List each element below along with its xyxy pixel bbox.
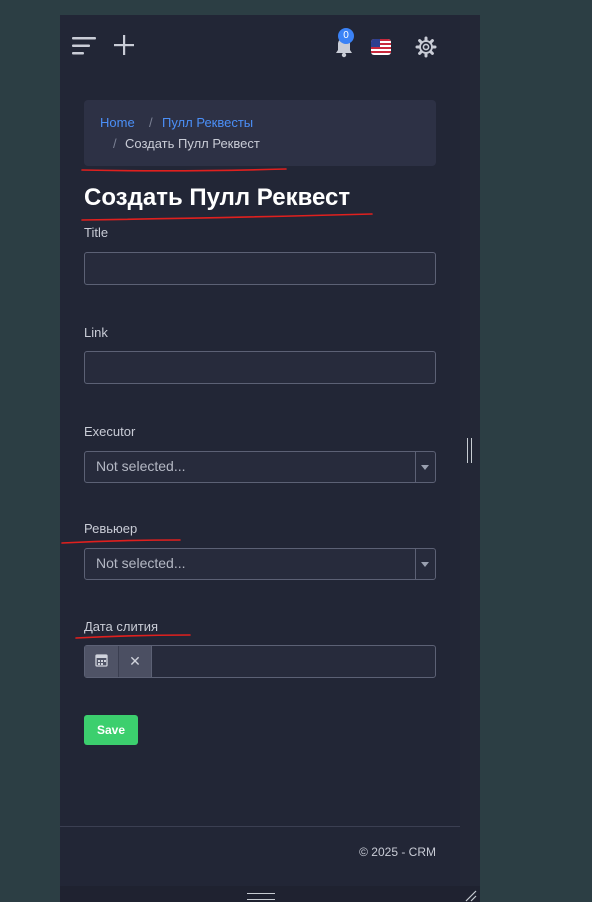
executor-dropdown-toggle[interactable] (415, 452, 435, 482)
breadcrumb-home-link[interactable]: Home (100, 115, 135, 130)
notification-badge: 0 (338, 28, 354, 44)
plus-icon[interactable] (114, 34, 134, 56)
reviewer-select[interactable]: Not selected... (84, 548, 436, 580)
breadcrumb: Home / Пулл Реквесты / Создать Пулл Рекв… (84, 100, 436, 166)
title-input[interactable] (84, 252, 436, 285)
breadcrumb-separator: / (113, 136, 117, 151)
gear-icon[interactable] (415, 36, 437, 58)
title-label: Title (84, 225, 109, 240)
top-navbar: 0 (60, 15, 460, 77)
footer-divider (60, 826, 460, 827)
calendar-button[interactable] (85, 646, 119, 677)
save-button[interactable]: Save (84, 715, 138, 745)
app-window: 0 Home / Пулл Реквесты / Создать Пулл Ре… (60, 15, 480, 902)
executor-select[interactable]: Not selected... (84, 451, 436, 483)
bottom-resize-handle[interactable] (247, 893, 275, 900)
executor-label: Executor (84, 424, 136, 439)
chevron-down-icon (421, 465, 429, 470)
clear-date-button[interactable]: ✕ (119, 646, 152, 677)
breadcrumb-separator: / (149, 115, 153, 130)
corner-resize-grip-icon[interactable] (462, 887, 478, 902)
merge-date-input[interactable] (152, 646, 432, 677)
us-flag-icon[interactable] (371, 39, 391, 55)
merge-date-label: Дата слития (84, 619, 159, 634)
breadcrumb-current: Создать Пулл Реквест (125, 136, 260, 151)
merge-date-picker: ✕ (84, 645, 436, 678)
page-viewport: 0 Home / Пулл Реквесты / Создать Пулл Ре… (60, 15, 460, 886)
reviewer-select-value: Not selected... (96, 555, 186, 571)
executor-select-value: Not selected... (96, 458, 186, 474)
reviewer-dropdown-toggle[interactable] (415, 549, 435, 579)
link-input[interactable] (84, 351, 436, 384)
reviewer-label: Ревьюер (84, 521, 138, 536)
link-label: Link (84, 325, 108, 340)
chevron-down-icon (421, 562, 429, 567)
side-resize-handle[interactable] (467, 438, 472, 463)
hamburger-menu-icon[interactable] (72, 36, 96, 56)
breadcrumb-pull-requests-link[interactable]: Пулл Реквесты (162, 115, 253, 130)
footer-copyright: © 2025 - CRM (359, 845, 436, 859)
page-title: Создать Пулл Реквест (84, 184, 351, 211)
